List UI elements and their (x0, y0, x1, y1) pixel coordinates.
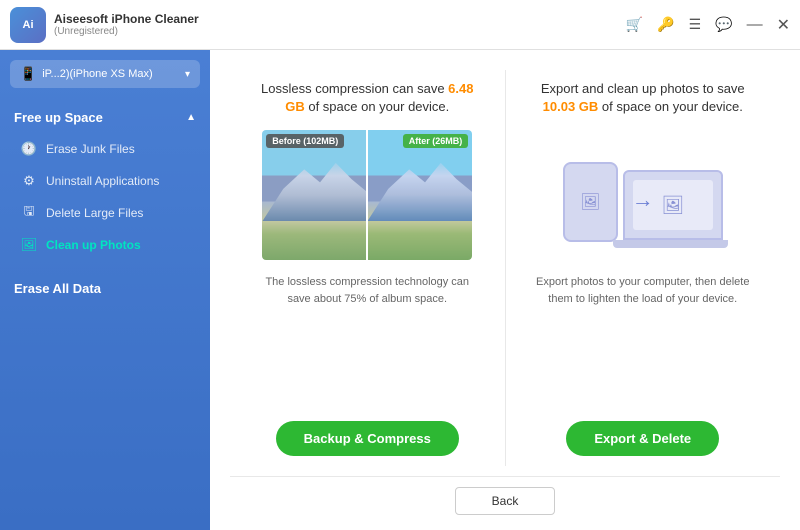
export-delete-button[interactable]: Export & Delete (566, 421, 719, 456)
export-description: Export photos to your computer, then del… (533, 274, 753, 307)
before-mountain (262, 156, 367, 221)
delete-large-label: Delete Large Files (46, 206, 143, 220)
device-selector[interactable]: 📱 iP...2)(iPhone XS Max) ▾ (10, 60, 200, 88)
after-mountain (367, 156, 472, 221)
window-controls[interactable]: 🛒 🔑 ☰ 💬 — ✕ (626, 15, 790, 35)
uninstall-apps-icon: ⚙ (20, 172, 38, 190)
delete-large-icon: 🖫 (20, 204, 38, 222)
erase-junk-label: Erase Junk Files (46, 142, 135, 156)
free-up-space-section: Free up Space ▲ 🕐 Erase Junk Files ⚙ Uni… (0, 102, 210, 271)
app-name: Aiseesoft iPhone Cleaner (54, 12, 626, 26)
chat-icon[interactable]: 💬 (715, 16, 732, 33)
before-label: Before (102MB) (266, 134, 344, 148)
compress-panel: Lossless compression can save 6.48 GB of… (230, 70, 506, 466)
cleanup-photos-label: Clean up Photos (46, 238, 141, 252)
sidebar-item-uninstall-apps[interactable]: ⚙ Uninstall Applications (0, 165, 210, 197)
after-image: After (26MB) (367, 130, 472, 260)
chevron-down-icon: ▾ (185, 69, 190, 80)
content-area: Lossless compression can save 6.48 GB of… (210, 50, 800, 530)
export-illustration: 🖼 → 🖼 (553, 130, 733, 260)
compress-panel-title: Lossless compression can save 6.48 GB of… (250, 80, 485, 116)
minimize-button[interactable]: — (747, 17, 763, 33)
backup-compress-button[interactable]: Backup & Compress (276, 421, 459, 456)
back-button[interactable]: Back (455, 487, 556, 515)
erase-all-label: Erase All Data (14, 281, 101, 296)
uninstall-apps-label: Uninstall Applications (46, 174, 159, 188)
sidebar-item-delete-large[interactable]: 🖫 Delete Large Files (0, 197, 210, 229)
app-registered: (Unregistered) (54, 26, 626, 37)
cart-icon[interactable]: 🛒 (626, 16, 643, 33)
erase-junk-icon: 🕐 (20, 140, 38, 158)
main-container: 📱 iP...2)(iPhone XS Max) ▾ Free up Space… (0, 50, 800, 530)
export-panel: Export and clean up photos to save 10.03… (506, 70, 781, 466)
menu-icon[interactable]: ☰ (689, 16, 702, 33)
app-title-block: Aiseesoft iPhone Cleaner (Unregistered) (54, 12, 626, 37)
sidebar-item-erase-junk[interactable]: 🕐 Erase Junk Files (0, 133, 210, 165)
user-icon[interactable]: 🔑 (657, 16, 674, 33)
app-logo: Ai (10, 7, 46, 43)
laptop-base (613, 240, 728, 248)
close-button[interactable]: ✕ (777, 15, 790, 35)
comparison-divider (366, 130, 368, 260)
phone-device-shape: 🖼 (563, 162, 618, 242)
content-panels: Lossless compression can save 6.48 GB of… (230, 70, 780, 466)
before-image: Before (102MB) (262, 130, 367, 260)
before-after-comparison: Before (102MB) After (26MB) (262, 130, 472, 260)
transfer-arrow-icon: → (632, 188, 654, 214)
section-label-free-up-space: Free up Space (14, 110, 103, 125)
phone-icon: 📱 (20, 66, 36, 82)
section-header-free-up-space[interactable]: Free up Space ▲ (0, 102, 210, 133)
sidebar-item-cleanup-photos[interactable]: 🖼 Clean up Photos (0, 229, 210, 261)
cleanup-photos-icon: 🖼 (20, 236, 38, 254)
title-bar: Ai Aiseesoft iPhone Cleaner (Unregistere… (0, 0, 800, 50)
export-panel-title: Export and clean up photos to save 10.03… (526, 80, 761, 116)
after-label: After (26MB) (403, 134, 469, 148)
device-name: iP...2)(iPhone XS Max) (42, 68, 185, 80)
sidebar-item-erase-all[interactable]: Erase All Data (0, 271, 210, 306)
laptop-image-icon: 🖼 (661, 195, 684, 216)
footer-area: Back (230, 476, 780, 515)
phone-image-icon: 🖼 (580, 192, 600, 212)
chevron-up-icon: ▲ (186, 112, 196, 123)
compress-description: The lossless compression technology can … (257, 274, 477, 307)
sidebar: 📱 iP...2)(iPhone XS Max) ▾ Free up Space… (0, 50, 210, 530)
